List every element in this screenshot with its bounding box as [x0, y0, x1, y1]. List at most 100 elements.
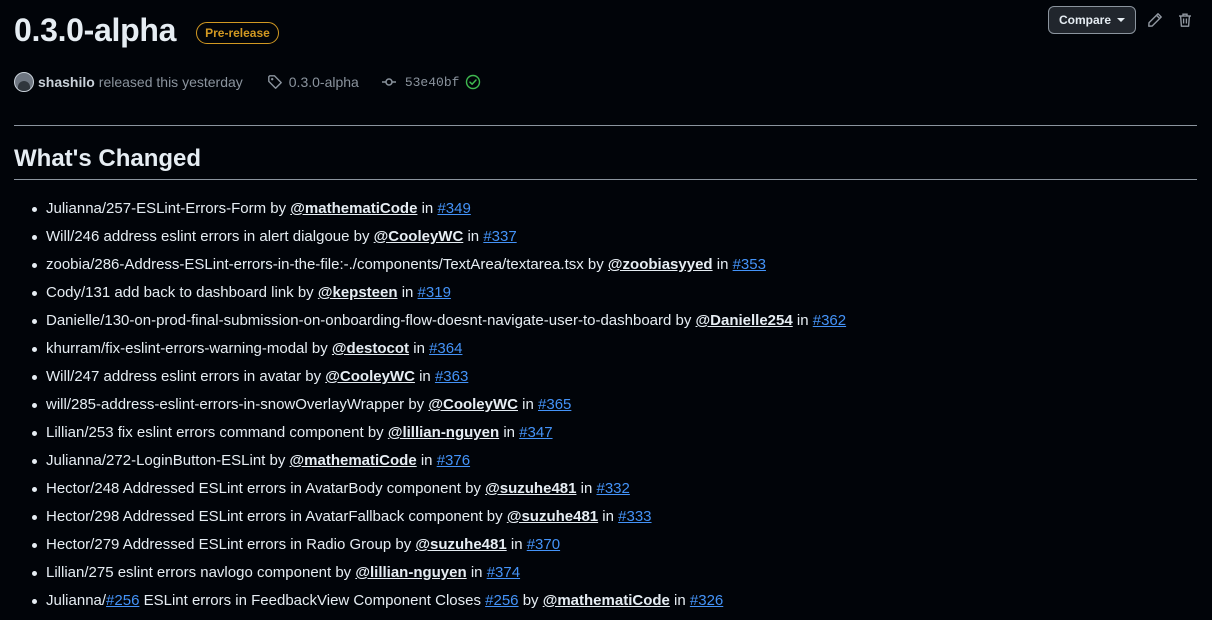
list-item: khurram/fix-eslint-errors-warning-modal …: [31, 337, 846, 365]
list-item: Julianna/272-LoginButton-ESLint by @math…: [31, 449, 846, 477]
pr-link[interactable]: #333: [618, 508, 651, 525]
change-text: in: [466, 564, 487, 581]
change-text: Hector/279 Addressed ESLint errors in Ra…: [46, 536, 416, 553]
pr-link[interactable]: #337: [483, 228, 516, 245]
change-text: by: [518, 592, 543, 609]
pencil-icon: [1148, 13, 1162, 27]
change-text: in: [598, 508, 619, 525]
pr-link[interactable]: #319: [418, 284, 451, 301]
change-text: ESLint errors in FeedbackView Component …: [139, 592, 486, 609]
pr-link[interactable]: #256: [106, 592, 139, 609]
list-item: Julianna/#256 ESLint errors in FeedbackV…: [31, 589, 846, 617]
edit-release-button[interactable]: [1144, 9, 1166, 31]
pr-link[interactable]: #256: [485, 592, 518, 609]
change-text: in: [576, 480, 597, 497]
user-link[interactable]: @suzuhe481: [507, 508, 598, 525]
user-link[interactable]: @lillian-nguyen: [388, 424, 499, 441]
user-link[interactable]: @CooleyWC: [428, 396, 518, 413]
list-item: Danielle/130-on-prod-final-submission-on…: [31, 309, 846, 337]
caret-down-icon: [1117, 18, 1125, 22]
change-text: khurram/fix-eslint-errors-warning-modal …: [46, 340, 332, 357]
list-item: Hector/298 Addressed ESLint errors in Av…: [31, 505, 846, 533]
list-item: Hector/248 Addressed ESLint errors in Av…: [31, 477, 846, 505]
user-link[interactable]: @suzuhe481: [485, 480, 576, 497]
divider: [14, 179, 1197, 180]
release-header: 0.3.0-alpha Pre-release: [14, 12, 279, 49]
change-text: zoobia/286-Address-ESLint-errors-in-the-…: [46, 256, 608, 273]
change-text: Julianna/: [46, 592, 107, 609]
user-link[interactable]: @zoobiasyyed: [608, 256, 713, 273]
user-link[interactable]: @kepsteen: [318, 284, 398, 301]
change-text: in: [463, 228, 484, 245]
trash-icon: [1179, 13, 1191, 27]
change-text: in: [792, 312, 813, 329]
change-text: Julianna/272-LoginButton-ESLint by: [46, 452, 290, 469]
list-item: Will/246 address eslint errors in alert …: [31, 225, 846, 253]
pr-link[interactable]: #326: [690, 592, 723, 609]
release-time: released this yesterday: [98, 74, 243, 90]
pre-release-badge: Pre-release: [196, 21, 279, 44]
pr-link[interactable]: #353: [733, 256, 766, 273]
change-text: in: [417, 200, 438, 217]
user-link[interactable]: @mathematiCode: [543, 592, 670, 609]
git-commit-icon: [381, 78, 396, 86]
user-link[interactable]: @Danielle254: [696, 312, 793, 329]
compare-button[interactable]: Compare: [1047, 6, 1136, 34]
user-link[interactable]: @mathematiCode: [290, 200, 417, 217]
change-text: Hector/248 Addressed ESLint errors in Av…: [46, 480, 486, 497]
pr-link[interactable]: #376: [437, 452, 470, 469]
list-item: Lillian/253 fix eslint errors command co…: [31, 421, 846, 449]
pr-link[interactable]: #365: [538, 396, 571, 413]
change-text: Will/246 address eslint errors in alert …: [46, 228, 374, 245]
list-item: Cody/131 add back to dashboard link by @…: [31, 281, 846, 309]
tag-link[interactable]: 0.3.0-alpha: [267, 74, 359, 90]
user-link[interactable]: @CooleyWC: [325, 368, 415, 385]
change-text: in: [409, 340, 430, 357]
list-item: zoobia/286-Address-ESLint-errors-in-the-…: [31, 253, 846, 281]
pr-link[interactable]: #347: [519, 424, 552, 441]
release-meta: shashilo released this yesterday 0.3.0-a…: [14, 72, 481, 92]
pr-link[interactable]: #363: [435, 368, 468, 385]
list-item: will/285-address-eslint-errors-in-snowOv…: [31, 393, 846, 421]
commit-sha: 53e40bf: [404, 74, 460, 90]
pr-link[interactable]: #362: [813, 312, 846, 329]
pr-link[interactable]: #364: [429, 340, 462, 357]
change-text: in: [414, 368, 435, 385]
change-text: Will/247 address eslint errors in avatar…: [46, 368, 326, 385]
user-link[interactable]: @destocot: [332, 340, 409, 357]
change-text: in: [506, 536, 527, 553]
pr-link[interactable]: #374: [487, 564, 520, 581]
pr-link[interactable]: #332: [596, 480, 629, 497]
pr-link[interactable]: #370: [527, 536, 560, 553]
commit-link[interactable]: 53e40bf: [381, 74, 482, 90]
change-text: Cody/131 add back to dashboard link by: [46, 284, 318, 301]
user-link[interactable]: @mathematiCode: [290, 452, 417, 469]
release-title[interactable]: 0.3.0-alpha: [14, 12, 176, 49]
check-circle-icon: [466, 74, 481, 90]
user-link[interactable]: @suzuhe481: [415, 536, 506, 553]
change-text: in: [397, 284, 418, 301]
avatar[interactable]: [14, 72, 34, 92]
list-item: Will/247 address eslint errors in avatar…: [31, 365, 846, 393]
list-item: Hector/279 Addressed ESLint errors in Ra…: [31, 533, 846, 561]
tag-icon: [267, 75, 282, 89]
change-text: Lillian/253 fix eslint errors command co…: [46, 424, 388, 441]
list-item: Lillian/275 eslint errors navlogo compon…: [31, 561, 846, 589]
change-text: will/285-address-eslint-errors-in-snowOv…: [46, 396, 429, 413]
author-link[interactable]: shashilo: [38, 74, 95, 90]
tag-label: 0.3.0-alpha: [288, 74, 359, 90]
change-text: in: [518, 396, 539, 413]
delete-release-button[interactable]: [1174, 9, 1196, 31]
change-text: Hector/298 Addressed ESLint errors in Av…: [46, 508, 507, 525]
changes-list: Julianna/257-ESLint-Errors-Form by @math…: [31, 197, 846, 617]
pr-link[interactable]: #349: [437, 200, 470, 217]
change-text: Julianna/257-ESLint-Errors-Form by: [46, 200, 291, 217]
compare-label: Compare: [1058, 13, 1111, 27]
user-link[interactable]: @lillian-nguyen: [355, 564, 466, 581]
change-text: in: [712, 256, 733, 273]
user-link[interactable]: @CooleyWC: [374, 228, 464, 245]
change-text: in: [416, 452, 437, 469]
release-actions: Compare: [1047, 6, 1196, 34]
divider: [14, 125, 1197, 126]
change-text: Lillian/275 eslint errors navlogo compon…: [46, 564, 356, 581]
